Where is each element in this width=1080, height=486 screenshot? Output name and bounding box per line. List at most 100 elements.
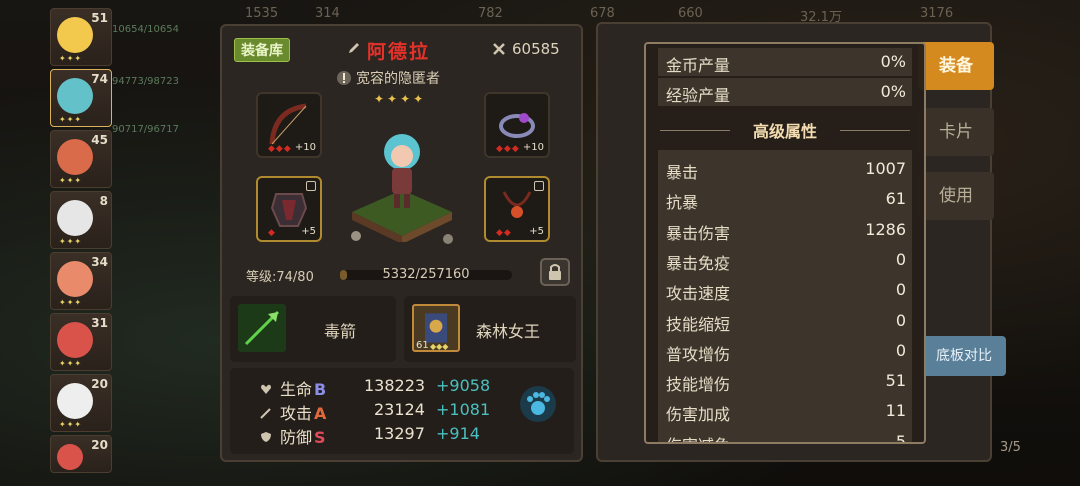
hero-slot[interactable]: 51 ✦✦✦ [50, 8, 112, 66]
stat-value: 13297 [374, 424, 425, 443]
attribute-value: 0% [880, 82, 906, 101]
stat-bonus: +9058 [436, 376, 491, 395]
attribute-label: 伤害减免 [666, 432, 730, 442]
hero-portrait [57, 444, 83, 470]
shield-icon [261, 432, 271, 442]
edit-name-icon[interactable] [347, 41, 361, 55]
compare-button[interactable]: 底板对比 [922, 336, 1006, 376]
hero-slot-selected[interactable]: 74 ✦✦✦ [50, 69, 112, 127]
resource-value: 678 [590, 6, 615, 21]
tab-cards[interactable]: 卡片 [918, 108, 994, 156]
refine-gems: ◆◆◆ [268, 144, 292, 154]
info-icon[interactable] [336, 70, 352, 86]
attribute-row: 普攻增伤 0 [658, 336, 912, 366]
lock-icon [306, 181, 316, 191]
attribute-value: 0 [895, 249, 906, 269]
stat-name: 生命 [280, 380, 313, 399]
attribute-label: 技能增伤 [666, 375, 731, 395]
attribute-label: 暴击伤害 [666, 223, 731, 243]
hero-slot[interactable]: 20 ✦✦✦ [50, 374, 112, 432]
hero-level: 51 [91, 11, 108, 25]
attribute-row: 技能缩短 0 [658, 306, 912, 336]
stat-value: 23124 [374, 400, 425, 419]
emblem-icon [351, 231, 361, 241]
attribute-label: 伤害加成 [666, 405, 731, 425]
stat-bonus: +914 [436, 424, 480, 443]
attribute-value: 61 [885, 189, 906, 209]
hero-slot[interactable]: 45 ✦✦✦ [50, 130, 112, 188]
attribute-row: 技能增伤 51 [658, 366, 912, 396]
base-stats-box: 生命 B 138223 +9058 攻击 A 23124 +1081 防御 S 132… [230, 368, 574, 454]
hero-portrait [57, 139, 93, 175]
skill-box[interactable]: 毒箭 [230, 296, 396, 362]
weapon-slot[interactable]: +10 ◆◆◆ [256, 92, 322, 158]
hero-portrait [57, 78, 93, 114]
pet-icon [443, 234, 453, 244]
hero-level: 34 [91, 255, 108, 269]
exp-output-row: 经验产量 0% [658, 78, 912, 106]
stat-grade: A [314, 404, 327, 423]
hero-level: 45 [91, 133, 108, 147]
hero-portrait [57, 200, 93, 236]
equipment-library-button[interactable]: 装备库 [234, 38, 290, 62]
stat-row-attack: 攻击 A 23124 +1081 [260, 400, 490, 424]
stat-grade: S [314, 428, 326, 447]
refine-gems: ◆ [268, 228, 276, 238]
stat-name: 攻击 [280, 404, 313, 423]
hero-equipment-panel: 装备库 阿德拉 60585 宽容的隐匿者 ✦✦✦✦ +10 ◆◆◆ +10 ◆◆… [220, 24, 583, 462]
heart-icon [261, 384, 271, 394]
attribute-value: 0 [895, 280, 906, 300]
resource-value: 314 [315, 6, 340, 21]
combat-power: 60585 [512, 40, 560, 58]
hero-portrait [57, 17, 93, 53]
card-box[interactable]: 61 ◆◆◆ 森林女王 [404, 296, 576, 362]
hero-level: 20 [91, 377, 108, 391]
hero-level: 20 [91, 438, 108, 452]
attribute-row: 伤害减免 5 [658, 427, 912, 444]
necklace-slot[interactable]: +5 ◆◆ [484, 176, 550, 242]
hero-slot[interactable]: 31 ✦✦✦ [50, 313, 112, 371]
skill-name: 毒箭 [324, 322, 357, 341]
attribute-value: 51 [885, 371, 906, 391]
enhance-level: +10 [522, 142, 544, 153]
gold-output-row: 金币产量 0% [658, 48, 912, 76]
hero-slot[interactable]: 8 ✦✦✦ [50, 191, 112, 249]
enhance-level: +10 [294, 142, 316, 153]
advanced-attributes-list[interactable]: 暴击 1007 抗暴 61 暴击伤害 1286 暴击免疫 0 攻击速度 0 技能缩短 0 普攻增伤 0 技能… [658, 150, 912, 444]
stat-row-defense: 防御 S 13297 +914 [260, 424, 480, 448]
tab-equipment[interactable]: 装备 [918, 42, 994, 90]
hero-stars: ✦✦✦ [59, 237, 83, 246]
hero-slot[interactable]: 20 [50, 435, 112, 473]
attribute-value: 1007 [865, 159, 906, 178]
paw-icon[interactable] [520, 386, 556, 422]
hero-level: 31 [91, 316, 108, 330]
attribute-value: 5 [895, 431, 906, 444]
attribute-value: 0 [895, 340, 906, 360]
resource-value: 1535 [245, 6, 279, 21]
use-button[interactable]: 使用 [918, 172, 994, 220]
hero-stars: ✦✦✦ [59, 176, 83, 185]
attribute-label: 普攻增伤 [666, 344, 731, 364]
experience-bar: 5332/257160 [340, 267, 512, 282]
armor-slot[interactable]: +5 ◆ [256, 176, 322, 242]
stat-grade: B [314, 380, 327, 399]
hero-slot[interactable]: 34 ✦✦✦ [50, 252, 112, 310]
hero-level: 74 [91, 72, 108, 86]
attribute-label: 经验产量 [666, 86, 731, 105]
poison-arrow-icon [238, 304, 286, 352]
lock-hero-button[interactable] [540, 258, 570, 286]
attribute-label: 金币产量 [666, 56, 731, 75]
hero-star-rating: ✦✦✦✦ [374, 92, 427, 106]
attribute-label: 技能缩短 [666, 314, 731, 334]
attribute-value: 0 [895, 310, 906, 330]
card-stars: ◆◆◆ [430, 342, 449, 351]
hero-portrait [57, 322, 93, 358]
attribute-value: 1286 [865, 219, 906, 239]
hp-text: 10654/10654 [112, 24, 179, 35]
attribute-label: 抗暴 [666, 193, 699, 213]
enhance-level: +5 [529, 226, 544, 237]
stat-name: 防御 [280, 428, 313, 447]
ring-slot[interactable]: +10 ◆◆◆ [484, 92, 550, 158]
padlock-icon [549, 264, 561, 280]
attribute-label: 暴击 [666, 163, 699, 182]
